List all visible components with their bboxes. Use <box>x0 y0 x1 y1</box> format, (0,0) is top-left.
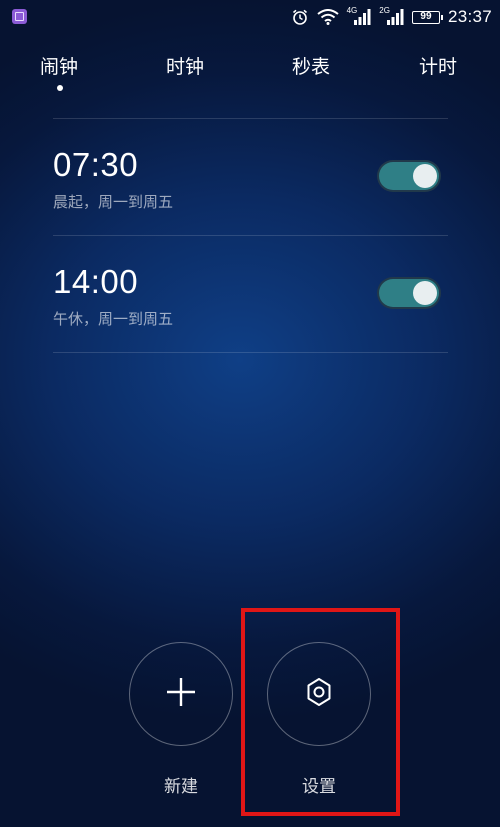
highlight-annotation-box <box>241 608 400 816</box>
gallery-notification-icon <box>12 9 27 24</box>
alarm-description: 晨起，周一到周五 <box>53 193 174 211</box>
tab-bar: 闹钟 时钟 秒表 计时 <box>0 54 500 94</box>
battery-level: 99 <box>420 11 432 22</box>
alarm-item[interactable]: 14:00 午休，周一到周五 <box>0 236 500 352</box>
toggle-knob <box>413 164 437 188</box>
alarm-time: 14:00 <box>53 263 139 300</box>
signal-2g-icon: 2G <box>379 6 404 25</box>
network-type-label: 4G <box>346 6 358 15</box>
alarm-time: 07:30 <box>53 146 139 183</box>
status-icons: 4G 2G 99 23:37 <box>291 5 492 29</box>
toggle-knob <box>413 281 437 305</box>
wifi-icon <box>316 9 339 25</box>
alarm-toggle[interactable] <box>377 277 441 309</box>
tab-alarm[interactable]: 闹钟 <box>40 54 78 80</box>
network-type-label: 2G <box>379 6 390 15</box>
divider <box>53 352 448 353</box>
new-alarm-label: 新建 <box>164 777 198 797</box>
battery-icon: 99 <box>411 10 443 24</box>
signal-4g-icon: 4G <box>346 6 372 25</box>
alarm-description: 午休，周一到周五 <box>53 310 174 328</box>
tab-selected-indicator <box>57 85 63 91</box>
status-bar: 4G 2G 99 23:37 <box>0 0 500 34</box>
alarm-toggle[interactable] <box>377 160 441 192</box>
alarm-item[interactable]: 07:30 晨起，周一到周五 <box>0 119 500 235</box>
tab-stopwatch[interactable]: 秒表 <box>292 54 330 80</box>
status-time: 23:37 <box>447 7 492 26</box>
plus-icon <box>164 675 198 713</box>
alarm-clock-icon <box>291 8 309 26</box>
new-alarm-button[interactable] <box>129 642 233 746</box>
tab-timer[interactable]: 计时 <box>419 54 457 80</box>
tab-clock[interactable]: 时钟 <box>166 54 204 80</box>
